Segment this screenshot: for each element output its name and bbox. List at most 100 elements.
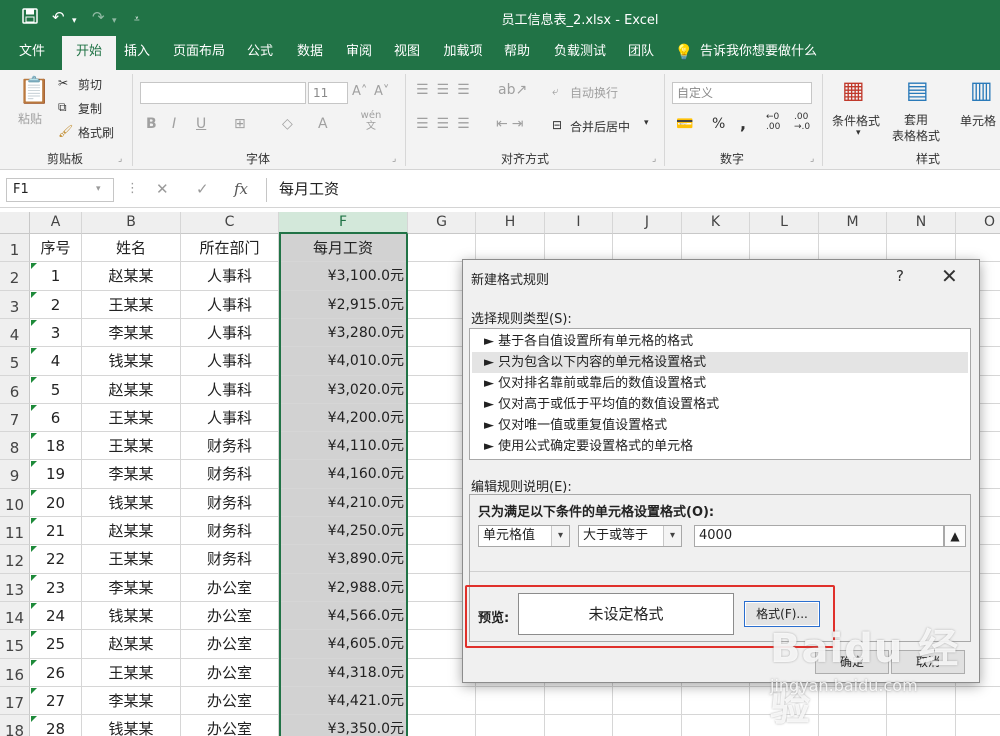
table-cell[interactable]: 人事科 — [181, 262, 279, 291]
row-header[interactable]: 18 — [0, 715, 30, 736]
format-as-table-icon[interactable]: ▤ — [906, 76, 929, 104]
font-color-icon[interactable]: A — [318, 116, 328, 132]
salary-cell[interactable]: ¥4,210.0元 — [279, 489, 408, 517]
salary-cell[interactable]: ¥2,988.0元 — [279, 574, 408, 602]
empty-cell[interactable] — [682, 234, 750, 262]
empty-cell[interactable] — [682, 715, 750, 736]
close-icon[interactable]: ✕ — [941, 264, 958, 288]
table-cell[interactable]: 人事科 — [181, 319, 279, 347]
row-header[interactable]: 9 — [0, 460, 30, 489]
table-cell[interactable]: 赵某某 — [82, 262, 181, 291]
condition-field-select[interactable]: 单元格值 ▾ — [478, 525, 570, 547]
table-cell[interactable]: 办公室 — [181, 659, 279, 687]
row-header[interactable]: 6 — [0, 376, 30, 404]
empty-cell[interactable] — [956, 687, 1000, 715]
rule-type-item[interactable]: ► 使用公式确定要设置格式的单元格 — [472, 436, 968, 457]
column-header-n[interactable]: N — [887, 212, 956, 234]
empty-cell[interactable] — [545, 715, 613, 736]
tab-page-layout[interactable]: 页面布局 — [164, 36, 234, 70]
table-cell[interactable]: 18 — [30, 432, 82, 460]
font-size-box[interactable]: 11 — [308, 82, 348, 104]
empty-cell[interactable] — [476, 234, 545, 262]
cell-styles-icon[interactable]: ▥ — [970, 76, 993, 104]
column-header-l[interactable]: L — [750, 212, 819, 234]
table-cell[interactable]: 李某某 — [82, 460, 181, 489]
table-cell[interactable]: 李某某 — [82, 687, 181, 715]
row-header[interactable]: 15 — [0, 630, 30, 659]
header-cell[interactable]: 所在部门 — [181, 234, 279, 262]
salary-cell[interactable]: ¥2,915.0元 — [279, 291, 408, 319]
tab-addins[interactable]: 加载项 — [436, 36, 490, 70]
clipboard-launcher-icon[interactable]: ⌟ — [118, 154, 122, 164]
table-cell[interactable]: 办公室 — [181, 630, 279, 659]
row-header[interactable]: 3 — [0, 291, 30, 319]
salary-cell[interactable]: ¥3,020.0元 — [279, 376, 408, 404]
wrap-text-icon[interactable]: ⤶ — [552, 84, 559, 99]
chevron-down-icon[interactable]: ▾ — [551, 526, 569, 546]
table-cell[interactable]: 人事科 — [181, 404, 279, 432]
conditional-formatting-icon[interactable]: ▦ — [842, 76, 865, 104]
table-cell[interactable]: 钱某某 — [82, 347, 181, 376]
table-cell[interactable]: 28 — [30, 715, 82, 736]
row-header[interactable]: 4 — [0, 319, 30, 347]
header-cell[interactable]: 序号 — [30, 234, 82, 262]
table-cell[interactable]: 3 — [30, 319, 82, 347]
table-cell[interactable]: 23 — [30, 574, 82, 602]
table-cell[interactable]: 办公室 — [181, 687, 279, 715]
column-header-o[interactable]: O — [956, 212, 1000, 234]
tab-file[interactable]: 文件 — [8, 36, 56, 70]
empty-cell[interactable] — [408, 687, 476, 715]
alignment-launcher-icon[interactable]: ⌟ — [652, 154, 656, 164]
rule-type-list[interactable]: ► 基于各自值设置所有单元格的格式 ► 只为包含以下内容的单元格设置格式 ► 仅… — [469, 328, 971, 460]
formula-input[interactable]: 每月工资 — [266, 178, 994, 202]
row-header[interactable]: 13 — [0, 574, 30, 602]
salary-cell[interactable]: ¥4,318.0元 — [279, 659, 408, 687]
paste-button[interactable]: 粘贴 — [18, 110, 42, 127]
column-header-k[interactable]: K — [682, 212, 750, 234]
row-header[interactable]: 2 — [0, 262, 30, 291]
table-cell[interactable]: 李某某 — [82, 574, 181, 602]
table-cell[interactable]: 21 — [30, 517, 82, 545]
salary-cell[interactable]: ¥4,421.0元 — [279, 687, 408, 715]
table-cell[interactable]: 赵某某 — [82, 630, 181, 659]
merge-dropdown-icon[interactable]: ▾ — [644, 118, 649, 128]
empty-cell[interactable] — [819, 715, 887, 736]
table-cell[interactable]: 王某某 — [82, 545, 181, 574]
row-header[interactable]: 17 — [0, 687, 30, 715]
column-header-b[interactable]: B — [82, 212, 181, 234]
name-box-dropdown-icon[interactable]: ▾ — [96, 184, 101, 194]
row-header[interactable]: 14 — [0, 602, 30, 630]
empty-cell[interactable] — [887, 687, 956, 715]
empty-cell[interactable] — [956, 715, 1000, 736]
comma-button[interactable]: , — [740, 114, 746, 133]
table-cell[interactable]: 王某某 — [82, 659, 181, 687]
font-name-box[interactable] — [140, 82, 306, 104]
empty-cell[interactable] — [476, 687, 545, 715]
merge-center-icon[interactable]: ⊟ — [552, 118, 562, 132]
row-header[interactable]: 1 — [0, 234, 30, 262]
salary-cell[interactable]: ¥4,566.0元 — [279, 602, 408, 630]
underline-button[interactable]: U — [196, 116, 206, 132]
rule-type-item[interactable]: ► 仅对高于或低于平均值的数值设置格式 — [472, 394, 968, 415]
table-cell[interactable]: 6 — [30, 404, 82, 432]
tab-load-test[interactable]: 负载测试 — [544, 36, 616, 70]
column-header-g[interactable]: G — [408, 212, 476, 234]
table-cell[interactable]: 财务科 — [181, 489, 279, 517]
condition-operator-select[interactable]: 大于或等于 ▾ — [578, 525, 682, 547]
horizontal-align-icons[interactable]: ☰☰☰ — [416, 116, 478, 132]
table-cell[interactable]: 王某某 — [82, 291, 181, 319]
tab-formulas[interactable]: 公式 — [240, 36, 280, 70]
table-cell[interactable]: 办公室 — [181, 715, 279, 736]
cut-button[interactable]: 剪切 — [78, 76, 102, 93]
empty-cell[interactable] — [613, 715, 682, 736]
salary-cell[interactable]: ¥3,350.0元 — [279, 715, 408, 736]
format-painter-icon[interactable]: 🖌 — [58, 124, 73, 138]
format-painter-button[interactable]: 格式刷 — [78, 124, 114, 141]
select-all-corner[interactable] — [0, 212, 30, 234]
table-cell[interactable]: 王某某 — [82, 404, 181, 432]
conditional-formatting-dropdown-icon[interactable]: ▾ — [856, 128, 861, 138]
empty-cell[interactable] — [545, 687, 613, 715]
table-cell[interactable]: 24 — [30, 602, 82, 630]
increase-decimal-icon[interactable]: ←0.00 — [766, 112, 780, 132]
table-cell[interactable]: 财务科 — [181, 545, 279, 574]
